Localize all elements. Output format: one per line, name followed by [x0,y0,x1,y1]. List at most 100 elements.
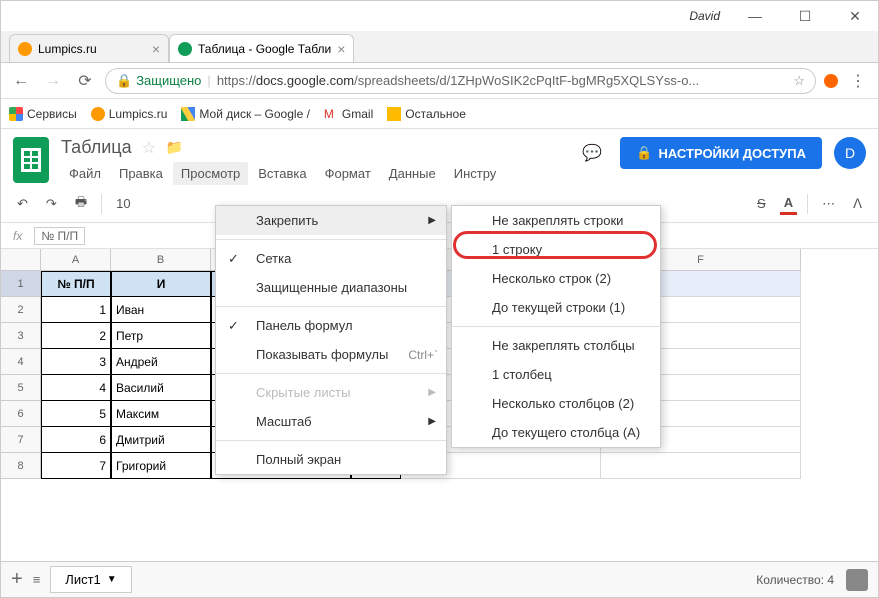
explore-button[interactable] [846,569,868,591]
cell[interactable]: Дмитрий [111,427,211,453]
cell[interactable] [601,453,801,479]
omnibox[interactable]: 🔒 Защищено | https://docs.google.com/spr… [105,68,816,94]
minimize-button[interactable]: — [740,6,770,26]
cell[interactable]: 7 [41,453,111,479]
menu-item-freeze-n-cols[interactable]: Несколько столбцов (2) [452,389,660,418]
sheets-logo-icon[interactable] [13,137,49,183]
sheet-tab[interactable]: Лист1▼ [50,566,131,593]
avatar[interactable]: D [834,137,866,169]
menu-item-freeze-to-current-row[interactable]: До текущей строки (1) [452,293,660,322]
col-header-a[interactable]: A [41,249,111,271]
cell[interactable]: Андрей [111,349,211,375]
menu-item-fullscreen[interactable]: Полный экран [216,445,446,474]
cell[interactable]: 4 [41,375,111,401]
menu-item-freeze-1-col[interactable]: 1 столбец [452,360,660,389]
star-icon[interactable]: ☆ [142,138,156,158]
bookmark-lumpics[interactable]: Lumpics.ru [91,107,168,121]
menu-button[interactable]: ⋮ [846,69,870,93]
menu-item-freeze-n-rows[interactable]: Несколько строк (2) [452,264,660,293]
row-header[interactable]: 6 [1,401,41,427]
chevron-down-icon[interactable]: ▼ [107,574,117,585]
menu-item-label: Панель формул [256,318,353,333]
cell[interactable]: Василий [111,375,211,401]
cell[interactable]: 2 [41,323,111,349]
menu-item-zoom[interactable]: Масштаб▶ [216,407,446,436]
maximize-button[interactable]: ☐ [790,6,820,26]
col-header-b[interactable]: B [111,249,211,271]
menu-edit[interactable]: Правка [111,162,171,185]
menu-data[interactable]: Данные [381,162,444,185]
menu-item-freeze-1-row[interactable]: 1 строку [452,235,660,264]
menu-item-protected-ranges[interactable]: Защищенные диапазоны [216,273,446,302]
print-button[interactable]: 🖶 [71,191,91,217]
strikethrough-button[interactable]: S [753,194,770,213]
tab-close-icon[interactable]: × [152,41,160,57]
menu-item-no-freeze-cols[interactable]: Не закреплять столбцы [452,331,660,360]
row-header[interactable]: 7 [1,427,41,453]
cell[interactable]: 1 [41,297,111,323]
menu-format[interactable]: Формат [317,162,379,185]
menu-item-label: Не закреплять столбцы [492,338,635,353]
menu-item-formulabar[interactable]: ✓Панель формул [216,311,446,340]
select-all-corner[interactable] [1,249,41,271]
cell[interactable]: 3 [41,349,111,375]
menu-item-freeze-to-current-col[interactable]: До текущего столбца (A) [452,418,660,447]
cell[interactable]: 6 [41,427,111,453]
bookmark-gmail[interactable]: MGmail [324,107,373,121]
favicon-icon [91,107,105,121]
row-header[interactable]: 8 [1,453,41,479]
undo-button[interactable]: ↶ [13,194,32,214]
row-header[interactable]: 2 [1,297,41,323]
folder-icon[interactable]: 📁 [166,139,183,156]
bookmarks-bar: Сервисы Lumpics.ru Мой диск – Google / M… [1,99,878,129]
cell[interactable]: Петр [111,323,211,349]
bookmark-apps[interactable]: Сервисы [9,107,77,121]
row-header[interactable]: 3 [1,323,41,349]
menu-item-no-freeze-rows[interactable]: Не закреплять строки [452,206,660,235]
browser-tab-sheets[interactable]: Таблица - Google Табли × [169,34,354,62]
menu-item-freeze[interactable]: Закрепить▶ [216,206,446,235]
cell[interactable]: 5 [41,401,111,427]
row-header[interactable]: 1 [1,271,41,297]
close-button[interactable]: ✕ [840,6,870,26]
add-sheet-button[interactable]: + [11,568,23,591]
extension-icon[interactable] [824,74,838,88]
cell[interactable]: № П/П [41,271,111,297]
share-button[interactable]: 🔒 НАСТРОЙКИ ДОСТУПА [620,137,822,169]
address-bar: ← → ⟳ 🔒 Защищено | https://docs.google.c… [1,63,878,99]
tab-close-icon[interactable]: × [337,41,345,57]
comments-button[interactable]: 💬 [576,137,608,169]
cell[interactable]: И [111,271,211,297]
cell[interactable]: Максим [111,401,211,427]
formula-input[interactable]: № П/П [34,227,85,245]
document-title[interactable]: Таблица [61,137,132,158]
redo-button[interactable]: ↷ [42,194,61,214]
apps-icon [9,107,23,121]
text-color-button[interactable]: A [780,193,797,215]
menu-insert[interactable]: Вставка [250,162,314,185]
chevron-right-icon: ▶ [428,387,436,398]
menu-view[interactable]: Просмотр [173,162,248,185]
more-button[interactable]: ⋯ [818,194,839,214]
back-button[interactable]: ← [9,69,33,93]
bookmark-drive[interactable]: Мой диск – Google / [181,107,310,121]
menu-item-show-formulas[interactable]: Показывать формулыCtrl+` [216,340,446,369]
menu-item-grid[interactable]: ✓Сетка [216,244,446,273]
cell[interactable]: Григорий [111,453,211,479]
menu-tools[interactable]: Инстру [446,162,505,185]
cell[interactable]: Иван [111,297,211,323]
reload-button[interactable]: ⟳ [73,69,97,93]
menu-item-label: Полный экран [256,452,341,467]
row-header[interactable]: 4 [1,349,41,375]
zoom-selector[interactable]: 10 [112,194,134,213]
row-header[interactable]: 5 [1,375,41,401]
menu-item-hidden-sheets: Скрытые листы▶ [216,378,446,407]
menu-file[interactable]: Файл [61,162,109,185]
star-icon[interactable]: ☆ [793,73,805,89]
check-icon: ✓ [228,251,239,267]
all-sheets-button[interactable]: ≡ [33,572,41,587]
browser-tab-lumpics[interactable]: Lumpics.ru × [9,34,169,62]
bookmark-other[interactable]: Остальное [387,107,466,121]
forward-button[interactable]: → [41,69,65,93]
collapse-toolbar-button[interactable]: ᐱ [849,194,866,214]
